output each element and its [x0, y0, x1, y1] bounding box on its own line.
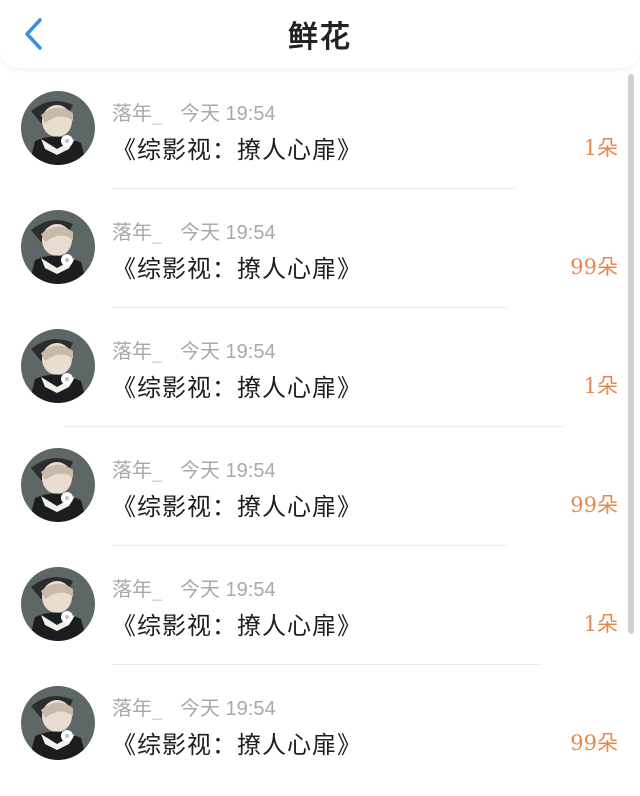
avatar[interactable]: [21, 686, 95, 760]
sender-meta: 落年_ 今天 19:54: [112, 573, 276, 602]
list-item[interactable]: 落年_ 今天 19:54 《综影视：撩人心扉》 99朵: [0, 427, 628, 546]
book-title[interactable]: 《综影视：撩人心扉》: [112, 130, 362, 165]
username[interactable]: 落年_: [112, 220, 162, 244]
page-title: 鲜花: [288, 20, 352, 55]
sender-meta: 落年_ 今天 19:54: [112, 692, 276, 721]
timestamp: 今天 19:54: [180, 579, 276, 601]
list-item[interactable]: 落年_ 今天 19:54 《综影视：撩人心扉》 99朵: [0, 665, 628, 784]
book-title[interactable]: 《综影视：撩人心扉》: [112, 487, 362, 522]
flower-list[interactable]: 落年_ 今天 19:54 《综影视：撩人心扉》 1朵 落年_ 今天 19:54 …: [0, 70, 640, 796]
flower-count: 1朵: [583, 136, 618, 160]
username[interactable]: 落年_: [112, 577, 162, 601]
avatar[interactable]: [21, 210, 95, 284]
scrollbar[interactable]: [628, 74, 634, 634]
avatar[interactable]: [21, 448, 95, 522]
flower-count: 1朵: [583, 374, 618, 398]
timestamp: 今天 19:54: [180, 460, 276, 482]
sender-meta: 落年_ 今天 19:54: [112, 97, 276, 126]
flower-count: 99朵: [570, 731, 618, 755]
timestamp: 今天 19:54: [180, 103, 276, 125]
username[interactable]: 落年_: [112, 101, 162, 125]
timestamp: 今天 19:54: [180, 341, 276, 363]
list-item[interactable]: 落年_ 今天 19:54 《综影视：撩人心扉》 1朵: [0, 308, 628, 427]
book-title[interactable]: 《综影视：撩人心扉》: [112, 368, 362, 403]
book-title[interactable]: 《综影视：撩人心扉》: [112, 725, 362, 760]
sender-meta: 落年_ 今天 19:54: [112, 335, 276, 364]
avatar[interactable]: [21, 91, 95, 165]
book-title[interactable]: 《综影视：撩人心扉》: [112, 606, 362, 641]
sender-meta: 落年_ 今天 19:54: [112, 454, 276, 483]
list-item[interactable]: 落年_ 今天 19:54 《综影视：撩人心扉》 1朵: [0, 70, 628, 189]
username[interactable]: 落年_: [112, 696, 162, 720]
navigation-bar: 鲜花: [0, 0, 640, 68]
flower-count: 99朵: [570, 255, 618, 279]
username[interactable]: 落年_: [112, 458, 162, 482]
timestamp: 今天 19:54: [180, 222, 276, 244]
book-title[interactable]: 《综影视：撩人心扉》: [112, 249, 362, 284]
list-item[interactable]: 落年_ 今天 19:54 《综影视：撩人心扉》 99朵: [0, 189, 628, 308]
avatar[interactable]: [21, 567, 95, 641]
flower-count: 99朵: [570, 493, 618, 517]
list-item[interactable]: 落年_ 今天 19:54 《综影视：撩人心扉》 1朵: [0, 546, 628, 665]
flower-count: 1朵: [583, 612, 618, 636]
timestamp: 今天 19:54: [180, 698, 276, 720]
flower-records-page: 鲜花 落年_ 今天 19:54 《综影视：撩人心扉》 1朵 落年_ 今天 19:…: [0, 0, 640, 796]
avatar[interactable]: [21, 329, 95, 403]
sender-meta: 落年_ 今天 19:54: [112, 216, 276, 245]
username[interactable]: 落年_: [112, 339, 162, 363]
